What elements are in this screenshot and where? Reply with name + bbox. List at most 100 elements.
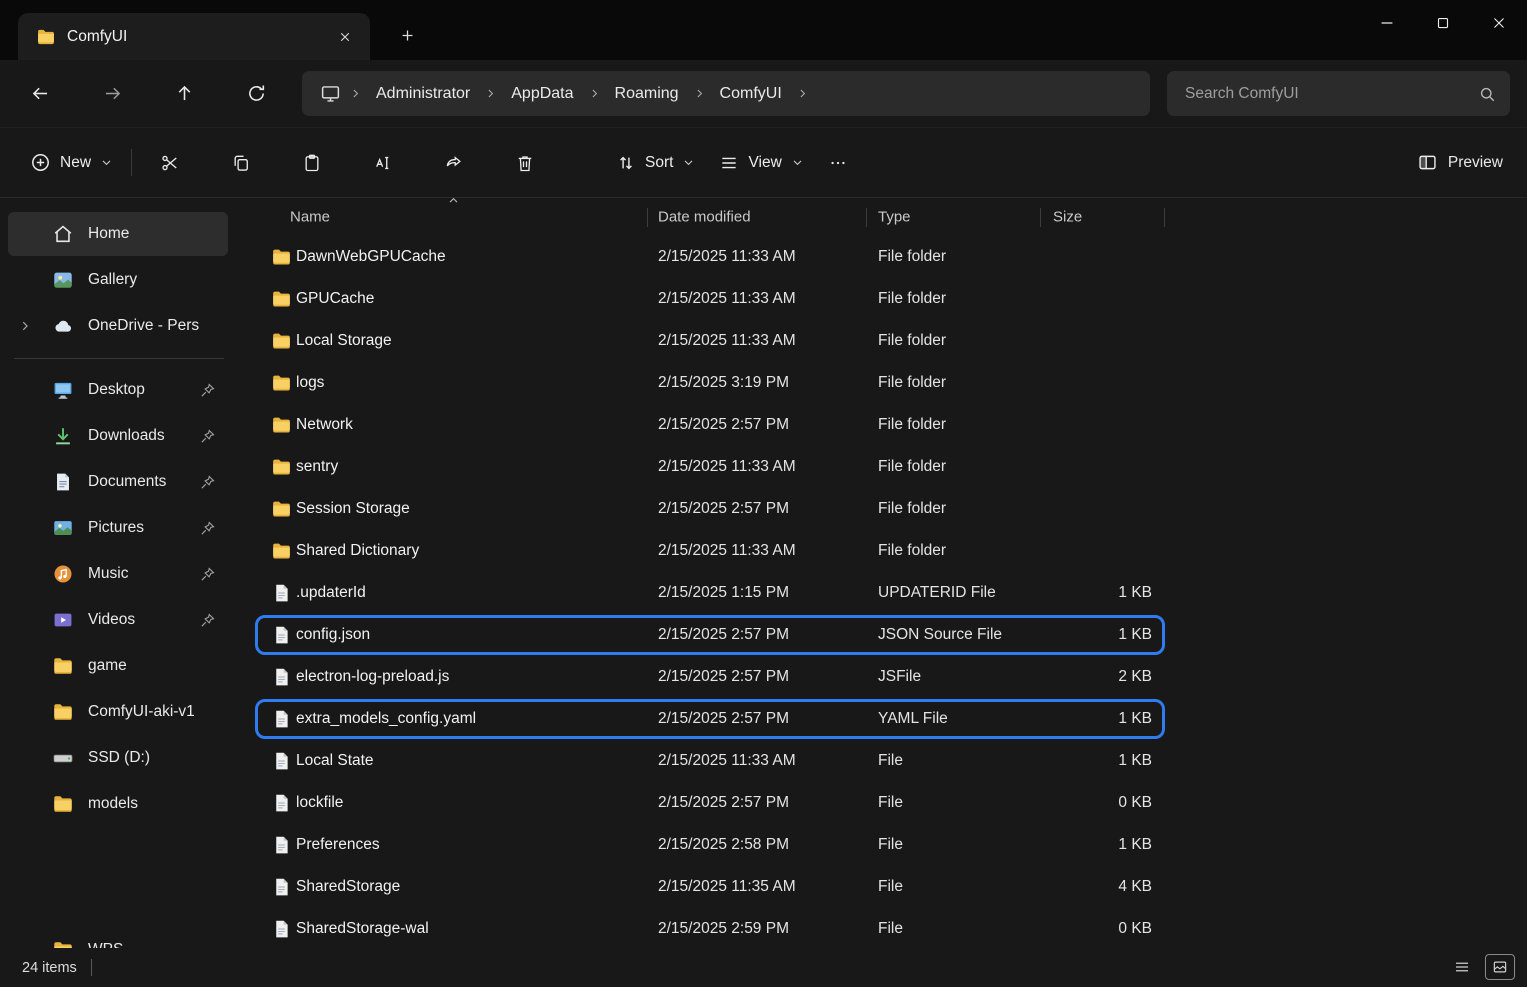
chevron-right-icon[interactable] [18,319,32,333]
sort-button[interactable]: Sort [604,142,707,184]
folder-icon [271,289,292,310]
close-button[interactable] [1471,0,1527,45]
sidebar-item-videos[interactable]: Videos [8,598,228,642]
command-toolbar: New Sort View [0,127,1527,198]
sidebar-item-label: Pictures [88,519,199,537]
file-date-cell: 2/15/2025 11:33 AM [658,332,796,350]
minimize-button[interactable] [1359,0,1415,45]
table-row[interactable]: extra_models_config.yaml2/15/2025 2:57 P… [238,698,1164,740]
sidebar-item-label: models [88,795,228,813]
table-row[interactable]: GPUCache2/15/2025 11:33 AMFile folder [238,278,1164,320]
file-icon [271,877,292,898]
paste-button[interactable] [290,142,334,184]
more-options-button[interactable] [816,142,860,184]
table-row[interactable]: config.json2/15/2025 2:57 PMJSON Source … [238,614,1164,656]
chevron-right-icon [349,87,362,100]
close-icon [1490,14,1508,32]
delete-button[interactable] [503,142,547,184]
minimize-icon [1377,13,1397,33]
file-name-cell: GPUCache [296,290,374,308]
pin-icon [199,428,216,445]
sidebar-item-models[interactable]: models [8,782,228,826]
table-row[interactable]: lockfile2/15/2025 2:57 PMFile0 KB [238,782,1164,824]
folder-icon [36,27,56,47]
maximize-button[interactable] [1415,0,1471,45]
details-view-button[interactable] [1447,954,1477,980]
sidebar-item-comfyui-aki-v1[interactable]: ComfyUI-aki-v1 [8,690,228,734]
sidebar-divider [14,358,224,359]
this-pc-icon[interactable] [320,83,341,104]
thumbnail-view-button[interactable] [1485,954,1515,980]
sidebar-item-downloads[interactable]: Downloads [8,414,228,458]
file-name-cell: sentry [296,458,338,476]
column-header-date-modified[interactable]: Date modified [658,209,751,226]
sidebar-item-documents[interactable]: Documents [8,460,228,504]
file-icon [271,919,292,940]
table-row[interactable]: Local State2/15/2025 11:33 AMFile1 KB [238,740,1164,782]
pin-icon [199,520,216,537]
refresh-button[interactable] [234,73,278,113]
cut-button[interactable] [148,142,192,184]
file-date-cell: 2/15/2025 3:19 PM [658,374,789,392]
column-header-name[interactable]: Name [290,209,330,226]
column-divider[interactable] [1040,208,1041,227]
rename-button[interactable] [361,142,405,184]
table-row[interactable]: Local Storage2/15/2025 11:33 AMFile fold… [238,320,1164,362]
file-list: Name Date modified Type Size DawnWebGPUC… [238,198,1527,948]
table-row[interactable]: .updaterId2/15/2025 1:15 PMUPDATERID Fil… [238,572,1164,614]
table-row[interactable]: electron-log-preload.js2/15/2025 2:57 PM… [238,656,1164,698]
table-row[interactable]: DawnWebGPUCache2/15/2025 11:33 AMFile fo… [238,236,1164,278]
up-icon [174,83,195,104]
new-tab-button[interactable] [390,19,424,51]
tab-comfyui[interactable]: ComfyUI [18,13,370,60]
breadcrumb-item-administrator[interactable]: Administrator [366,81,480,107]
table-row[interactable]: Session Storage2/15/2025 2:57 PMFile fol… [238,488,1164,530]
file-date-cell: 2/15/2025 11:33 AM [658,752,796,770]
table-row[interactable]: Shared Dictionary2/15/2025 11:33 AMFile … [238,530,1164,572]
search-input[interactable] [1185,85,1478,103]
search-box[interactable] [1167,71,1510,116]
sidebar-item-onedrive-pers[interactable]: OneDrive - Pers [8,304,228,348]
folder-icon [52,701,74,723]
table-row[interactable]: logs2/15/2025 3:19 PMFile folder [238,362,1164,404]
sidebar-item-ssd-d[interactable]: SSD (D:) [8,736,228,780]
column-header-size[interactable]: Size [1053,209,1082,226]
breadcrumb-item-roaming[interactable]: Roaming [605,81,689,107]
preview-toggle[interactable]: Preview [1417,152,1503,173]
forward-icon [102,83,123,104]
table-row[interactable]: sentry2/15/2025 11:33 AMFile folder [238,446,1164,488]
column-divider[interactable] [866,208,867,227]
sort-icon [616,153,636,173]
table-row[interactable]: Network2/15/2025 2:57 PMFile folder [238,404,1164,446]
up-button[interactable] [162,73,206,113]
sidebar-item-pictures[interactable]: Pictures [8,506,228,550]
forward-button[interactable] [90,73,134,113]
table-row[interactable]: Preferences2/15/2025 2:58 PMFile1 KB [238,824,1164,866]
table-row[interactable]: SharedStorage-wal2/15/2025 2:59 PMFile0 … [238,908,1164,950]
breadcrumb-item-appdata[interactable]: AppData [501,81,583,107]
column-divider[interactable] [1164,208,1165,227]
share-button[interactable] [432,142,476,184]
file-date-cell: 2/15/2025 11:33 AM [658,248,796,266]
column-divider[interactable] [647,208,648,227]
search-icon[interactable] [1478,85,1496,103]
sidebar-item-home[interactable]: Home [8,212,228,256]
tab-close-icon[interactable] [330,22,360,52]
file-size-cell: 4 KB [1040,878,1152,896]
copy-button[interactable] [219,142,263,184]
sidebar-item-label: WPS [88,941,218,948]
breadcrumb-item-comfyui[interactable]: ComfyUI [710,81,792,107]
view-button[interactable]: View [707,142,815,184]
sidebar-item-label: Gallery [88,271,228,289]
sidebar-item-wps[interactable]: WPS [8,928,218,948]
sidebar-item-game[interactable]: game [8,644,228,688]
sidebar-item-gallery[interactable]: Gallery [8,258,228,302]
sidebar-item-music[interactable]: Music [8,552,228,596]
column-header-type[interactable]: Type [878,209,911,226]
file-size-cell: 0 KB [1040,920,1152,938]
back-button[interactable] [18,73,62,113]
table-row[interactable]: SharedStorage2/15/2025 11:35 AMFile4 KB [238,866,1164,908]
sidebar-item-desktop[interactable]: Desktop [8,368,228,412]
new-button[interactable]: New [18,142,125,184]
file-date-cell: 2/15/2025 2:58 PM [658,836,789,854]
